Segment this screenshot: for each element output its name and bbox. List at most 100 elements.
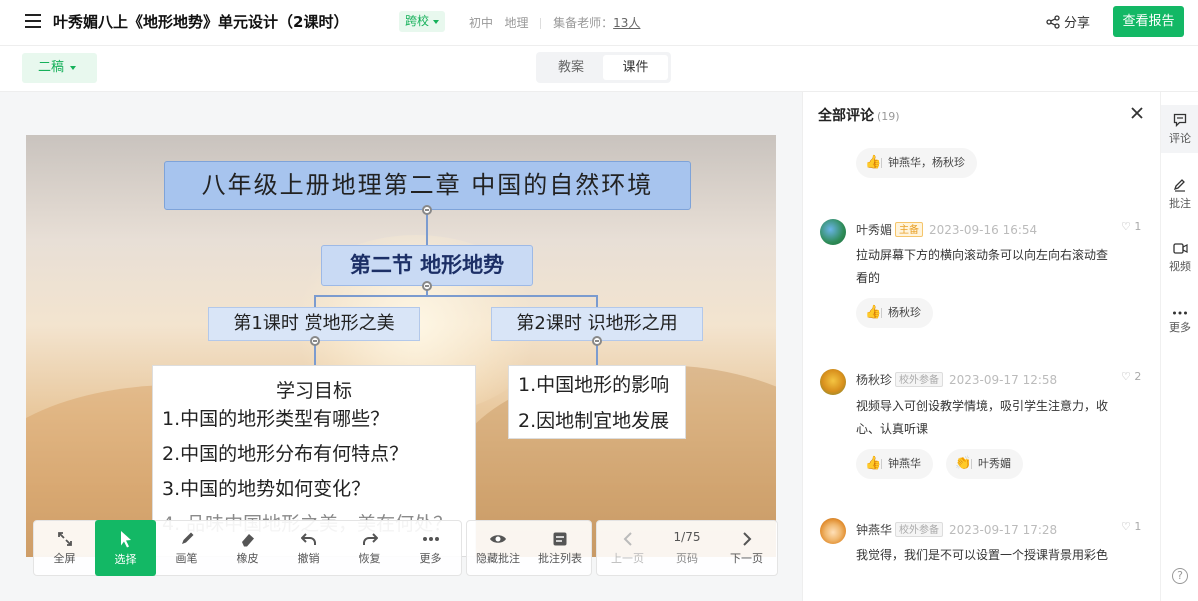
edit-icon	[1173, 178, 1185, 192]
reaction-name: 叶秀媚	[978, 457, 1011, 470]
prev-page-button[interactable]: 上一页	[597, 521, 658, 575]
role-badge: 校外参备	[895, 372, 944, 387]
reaction-name: 杨秋珍	[888, 306, 921, 319]
teachers-count-link[interactable]: 13人	[613, 16, 640, 30]
rail-video[interactable]: 视频	[1161, 234, 1198, 282]
avatar	[820, 219, 846, 245]
fullscreen-button[interactable]: 全屏	[34, 521, 95, 575]
notes-list-label: 批注列表	[538, 551, 582, 565]
eraser-label: 橡皮	[236, 551, 259, 565]
cross-school-label: 跨校	[405, 14, 430, 28]
tab-courseware[interactable]: 课件	[603, 55, 668, 80]
learning-goal-item: 3.中国的地势如何变化？	[162, 478, 371, 500]
undo-label: 撤销	[297, 551, 320, 565]
collapse-knob-icon[interactable]	[592, 336, 602, 346]
comment-author: 叶秀媚	[856, 223, 893, 237]
rail-video-label: 视频	[1169, 260, 1191, 273]
learning-goal-item: 2.中国的地形分布有何特点？	[162, 443, 409, 465]
slide-toolbar: 全屏 选择 画笔 橡皮 撤销 恢复 更多 隐藏批注 批注列表 上一页 1/75 …	[33, 520, 782, 576]
divider	[971, 459, 972, 469]
comment-text-line: 拉动屏幕下方的横向滚动条可以向左向右滚动查	[856, 248, 1109, 262]
cross-school-dropdown[interactable]: 跨校	[399, 11, 446, 32]
collapse-knob-icon[interactable]	[310, 336, 320, 346]
reaction-name: 钟燕华	[888, 457, 921, 470]
learning-goal-item: 1.中国的地形类型有哪些？	[162, 408, 390, 430]
next-page-button[interactable]: 下一页	[716, 521, 777, 575]
page-title: 叶秀媚八上《地形地势》单元设计（2课时）	[53, 13, 349, 31]
grade-label: 初中	[469, 16, 494, 30]
like-chip[interactable]: 👍 钟燕华，杨秋珍	[856, 148, 977, 178]
tab-lesson-plan[interactable]: 教案	[539, 55, 603, 80]
page-indicator: 1/75 页码	[658, 521, 716, 575]
menu-icon[interactable]	[25, 14, 41, 28]
like-count: 1	[1134, 220, 1142, 233]
comments-title-label: 全部评论	[818, 108, 874, 124]
pen-button[interactable]: 画笔	[156, 521, 217, 575]
pen-icon	[181, 532, 193, 544]
view-report-button[interactable]: 查看报告	[1113, 6, 1184, 37]
comment-text: 视频导入可创设教学情境，吸引学生注意力，收 心、认真听课	[856, 395, 1108, 441]
undo-button[interactable]: 撤销	[278, 521, 339, 575]
help-icon[interactable]: ?	[1172, 568, 1188, 584]
thumbs-up-icon: 👍	[865, 456, 882, 471]
reaction-chip[interactable]: 👍 杨秋珍	[856, 298, 933, 328]
comment-like-button[interactable]: ♡ 1	[1121, 220, 1141, 233]
teachers-label: 集备老师：	[553, 16, 614, 30]
avatar	[820, 518, 846, 544]
right-rail: 评论 批注 视频 更多 ?	[1160, 92, 1198, 601]
hide-notes-label: 隐藏批注	[476, 551, 520, 565]
chevron-right-icon	[742, 531, 751, 546]
comment-like-button[interactable]: ♡ 1	[1121, 520, 1141, 533]
page-number: 1/75	[673, 530, 701, 544]
connector-line	[314, 295, 316, 307]
share-button[interactable]: 分享	[1046, 12, 1090, 31]
reaction-chip[interactable]: 👍 钟燕华	[856, 449, 933, 479]
influence-box: 1.中国地形的影响 2.因地制宜地发展	[508, 365, 686, 439]
draft-dropdown[interactable]: 二稿	[22, 53, 97, 83]
more-dots-icon	[422, 536, 439, 541]
comment-text-line: 视频导入可创设教学情境，吸引学生注意力，收	[856, 399, 1109, 413]
slide-stage: 八年级上册地理第二章 中国的自然环境 第二节 地形地势 第1课时 赏地形之美 第…	[0, 92, 802, 601]
connector-line	[596, 295, 598, 307]
comments-panel: 全部评论 (19) 👍 钟燕华，杨秋珍 叶秀媚 主备 2023-09-16 16:54…	[802, 92, 1160, 601]
redo-button[interactable]: 恢复	[339, 521, 400, 575]
rail-more-label: 更多	[1169, 320, 1191, 334]
cursor-icon	[120, 530, 131, 547]
comments-count: (19)	[877, 110, 900, 123]
reaction-chip[interactable]: 👏 叶秀媚	[946, 449, 1023, 479]
clap-icon: 👏	[955, 456, 972, 471]
like-count: 1	[1134, 520, 1142, 533]
eraser-button[interactable]: 橡皮	[217, 521, 278, 575]
thumbs-up-icon: 👍	[865, 305, 882, 320]
role-badge: 主备	[895, 222, 924, 237]
eraser-icon	[241, 533, 254, 546]
select-button[interactable]: 选择	[95, 520, 156, 576]
view-switcher: 教案 课件	[536, 52, 671, 83]
rail-more[interactable]: 更多	[1161, 298, 1198, 346]
role-badge: 校外参备	[895, 522, 944, 537]
subject-label: 地理	[504, 16, 529, 30]
eye-icon	[490, 534, 506, 543]
collapse-knob-icon[interactable]	[422, 205, 432, 215]
select-label: 选择	[114, 552, 137, 566]
fullscreen-label: 全屏	[53, 551, 76, 565]
comment-header: 叶秀媚 主备 2023-09-16 16:54	[856, 221, 1037, 238]
comment-author: 钟燕华	[856, 523, 893, 537]
rail-comments[interactable]: 评论	[1161, 105, 1198, 153]
influence-item: 1.中国地形的影响	[518, 374, 670, 396]
top-bar: 叶秀媚八上《地形地势》单元设计（2课时） 跨校 初中 地理 集备老师：13人 分…	[0, 0, 1198, 46]
like-count: 2	[1134, 370, 1142, 383]
thumbs-up-icon: 👍	[865, 155, 882, 170]
collapse-knob-icon[interactable]	[422, 281, 432, 291]
hide-notes-button[interactable]: 隐藏批注	[467, 521, 529, 575]
close-icon[interactable]	[1130, 106, 1144, 120]
tool-group-notes: 隐藏批注 批注列表	[466, 520, 592, 576]
rail-notes[interactable]: 批注	[1161, 170, 1198, 218]
comment-text-line: 看的	[856, 271, 881, 285]
connector-line	[426, 210, 428, 245]
more-tools-button[interactable]: 更多	[400, 521, 461, 575]
notes-list-button[interactable]: 批注列表	[529, 521, 591, 575]
comment-like-button[interactable]: ♡ 2	[1121, 370, 1141, 383]
comment-text-line: 我觉得，我们是不可以设置一个授课背景用彩色	[856, 548, 1109, 562]
comment-time: 2023-09-17 12:58	[949, 373, 1058, 387]
